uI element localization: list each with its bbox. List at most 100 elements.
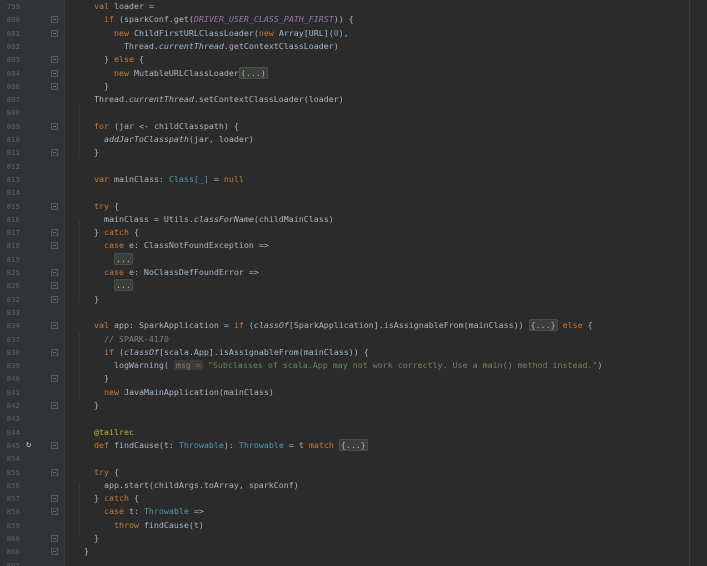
code-token: { [108,201,119,211]
code-line[interactable]: if (sparkConf.get(DRIVER_USER_CLASS_PATH… [64,13,707,26]
fold-toggle-icon[interactable] [51,548,58,555]
code-line[interactable] [64,106,707,119]
code-line[interactable]: @tailrec [64,426,707,439]
code-line[interactable]: } catch { [64,226,707,239]
code-line[interactable]: new ChildFirstURLClassLoader(new Array[U… [64,27,707,40]
code-token: } [64,294,99,304]
fold-toggle-icon[interactable] [51,203,58,210]
code-line[interactable] [64,559,707,566]
code-line[interactable]: for (jar <- childClasspath) { [64,120,707,133]
fold-toggle-icon[interactable] [51,123,58,130]
code-token: else [113,54,134,64]
code-editor[interactable]: 799 800 801 802 803 804 806 807 808 809 810 811 812 8… [0,0,707,566]
fold-toggle-icon[interactable] [51,70,58,77]
code-token: // SPARK-4170 [103,334,169,344]
code-line[interactable]: var mainClass: Class[_] = null [64,173,707,186]
code-line[interactable]: val loader = [64,0,707,13]
fold-toggle-icon[interactable] [51,375,58,382]
folded-code-placeholder[interactable]: {...} [338,439,368,451]
line-number: 804 [6,69,20,78]
code-line[interactable]: } [64,146,707,159]
code-token: classOf [123,347,159,357]
fold-toggle-icon[interactable] [51,83,58,90]
code-line[interactable]: def findCause(t: Throwable): Throwable =… [64,439,707,452]
code-line[interactable] [64,306,707,319]
code-line[interactable]: new JavaMainApplication(mainClass) [64,386,707,399]
code-line[interactable]: mainClass = Utils.classForName(childMain… [64,213,707,226]
fold-toggle-icon[interactable] [51,349,58,356]
folded-code-placeholder[interactable]: ... [113,253,133,265]
code-line[interactable]: ... [64,253,707,266]
code-line[interactable] [64,412,707,425]
editor-gutter[interactable]: 799 800 801 802 803 804 806 807 808 809 810 811 812 8… [0,0,65,566]
code-token: if [103,14,114,24]
code-token: for [93,121,109,131]
code-line[interactable]: case e: ClassNotFoundException => [64,239,707,252]
fold-toggle-icon[interactable] [51,535,58,542]
fold-toggle-icon[interactable] [51,269,58,276]
recursive-call-icon[interactable]: ↻ [26,439,31,452]
code-token: Thread. [64,41,159,51]
code-line[interactable]: // SPARK-4170 [64,333,707,346]
code-line[interactable] [64,452,707,465]
code-token: findCause(t: [108,440,179,450]
fold-toggle-icon[interactable] [51,229,58,236]
code-line[interactable]: } [64,372,707,385]
code-line[interactable]: } [64,545,707,558]
code-line[interactable]: Thread.currentThread.setContextClassLoad… [64,93,707,106]
fold-toggle-icon[interactable] [51,16,58,23]
code-line[interactable]: case t: Throwable => [64,505,707,518]
code-line[interactable]: } [64,532,707,545]
code-line[interactable]: throw findCause(t) [64,519,707,532]
line-number: 813 [6,175,20,184]
code-token: ( [113,347,124,357]
code-token: .getContextClassLoader) [223,41,339,51]
code-line[interactable] [64,186,707,199]
code-line[interactable]: ... [64,279,707,292]
code-line[interactable]: } else { [64,53,707,66]
line-number: 808 [6,108,20,117]
code-token: (childMainClass) [253,214,334,224]
code-line[interactable] [64,160,707,173]
fold-toggle-icon[interactable] [51,149,58,156]
code-line[interactable]: } [64,80,707,93]
fold-toggle-icon[interactable] [51,508,58,515]
fold-toggle-icon[interactable] [51,56,58,63]
fold-toggle-icon[interactable] [51,30,58,37]
code-token: (jar <- childClasspath) { [108,121,239,131]
line-number: 807 [6,95,20,104]
fold-toggle-icon[interactable] [51,402,58,409]
code-line[interactable]: Thread.currentThread.getContextClassLoad… [64,40,707,53]
fold-toggle-icon[interactable] [51,495,58,502]
fold-toggle-icon[interactable] [51,442,58,449]
code-token: match [308,440,334,450]
code-token: t: [123,506,144,516]
fold-toggle-icon[interactable] [51,282,58,289]
line-number: 814 [6,188,20,197]
fold-toggle-icon[interactable] [51,242,58,249]
code-line[interactable]: addJarToClasspath(jar, loader) [64,133,707,146]
code-line[interactable]: try { [64,200,707,213]
code-line[interactable]: try { [64,466,707,479]
code-line[interactable]: logWarning( msg = "Subclasses of scala.A… [64,359,707,372]
line-number: 841 [6,388,20,397]
fold-toggle-icon[interactable] [51,469,58,476]
code-area[interactable]: val loader = if (sparkConf.get(DRIVER_US… [64,0,707,566]
code-token: = t [283,440,309,450]
code-token: case [103,240,124,250]
folded-code-placeholder[interactable]: {...} [528,319,558,331]
code-line[interactable]: } catch { [64,492,707,505]
fold-toggle-icon[interactable] [51,322,58,329]
code-line[interactable]: app.start(childArgs.toArray, sparkConf) [64,479,707,492]
code-token: ( [243,320,254,330]
folded-code-placeholder[interactable]: ... [113,279,133,291]
code-line[interactable]: val app: SparkApplication = if (classOf[… [64,319,707,332]
code-line[interactable]: case e: NoClassDefFoundError => [64,266,707,279]
fold-toggle-icon[interactable] [51,296,58,303]
code-line[interactable]: } [64,399,707,412]
folded-code-placeholder[interactable]: (...) [238,67,268,79]
code-line[interactable]: } [64,293,707,306]
code-line[interactable]: new MutableURLClassLoader (...) [64,67,707,80]
code-line[interactable]: if (classOf[scala.App].isAssignableFrom(… [64,346,707,359]
